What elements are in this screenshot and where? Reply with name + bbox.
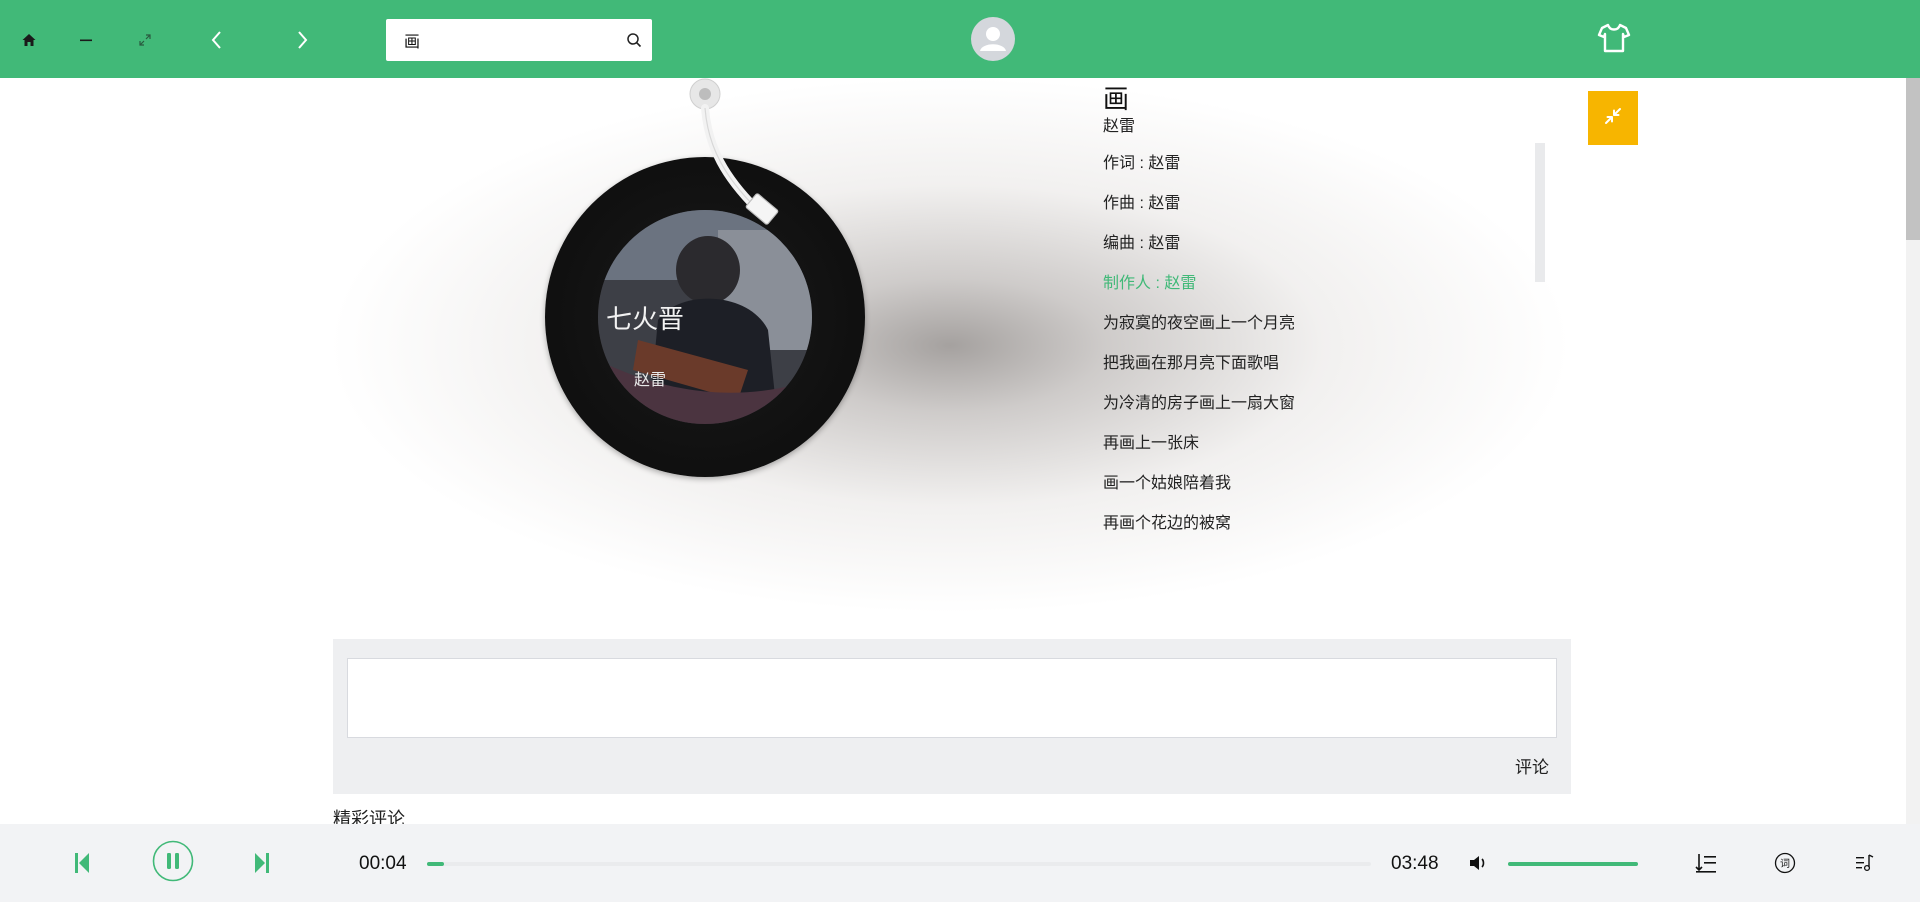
skip-previous-icon[interactable] [70, 846, 94, 880]
comment-input[interactable] [347, 658, 1557, 738]
volume-icon[interactable] [1466, 851, 1490, 875]
lyric-line: 再画个花边的被窝 [1103, 515, 1232, 532]
lyric-line: 编曲 : 赵雷 [1103, 235, 1181, 252]
lyric-line: 把我画在那月亮下面歌唱 [1103, 355, 1280, 372]
chevron-left-icon[interactable] [202, 25, 232, 55]
top-bar [0, 0, 1920, 78]
lyrics-panel: 画 赵雷 作词 : 赵雷 作曲 : 赵雷 编曲 : 赵雷 制作人 : 赵雷 为寂… [1103, 78, 1543, 548]
comment-panel: 评论 [333, 639, 1571, 794]
lyrics-scrollbar[interactable] [1535, 143, 1545, 282]
lyric-line-active: 制作人 : 赵雷 [1103, 275, 1197, 292]
volume-slider[interactable] [1508, 862, 1638, 866]
skip-next-icon[interactable] [250, 846, 274, 880]
lyric-list: 作词 : 赵雷 作曲 : 赵雷 编曲 : 赵雷 制作人 : 赵雷 为寂寞的夜空画… [1103, 148, 1543, 548]
lyric-line: 再画上一张床 [1103, 435, 1200, 452]
pause-button[interactable] [152, 840, 194, 887]
home-icon[interactable] [14, 25, 44, 55]
search-icon[interactable] [624, 30, 644, 50]
song-title: 画 [1103, 84, 1130, 114]
lyric-line: 画一个姑娘陪着我 [1103, 475, 1232, 492]
compress-icon [1601, 104, 1625, 133]
comment-submit-button[interactable]: 评论 [1515, 753, 1549, 778]
current-time: 00:04 [359, 853, 407, 874]
tshirt-icon[interactable] [1596, 20, 1632, 56]
search-input[interactable] [402, 20, 622, 60]
svg-text:赵雷: 赵雷 [634, 370, 666, 389]
music-list-icon[interactable] [1853, 851, 1877, 875]
lyrics-icon[interactable]: 词 [1773, 851, 1797, 875]
player-bar: 00:04 03:48 词 [0, 824, 1920, 902]
song-artist: 赵雷 [1103, 118, 1136, 135]
expand-icon[interactable] [130, 25, 160, 55]
chevron-right-icon[interactable] [287, 25, 317, 55]
restore-button[interactable] [1588, 91, 1638, 145]
total-time: 03:48 [1391, 853, 1439, 874]
svg-text:七火晋: 七火晋 [606, 305, 684, 335]
page-scrollbar-thumb[interactable] [1906, 78, 1920, 240]
pause-icon [152, 840, 194, 887]
playlist-icon[interactable] [1693, 851, 1719, 875]
hot-comments-title: 精彩评论 [333, 809, 405, 824]
lyric-line: 为寂寞的夜空画上一个月亮 [1103, 315, 1296, 332]
lyric-line: 为冷清的房子画上一扇大窗 [1103, 395, 1296, 412]
progress-fill [427, 862, 444, 866]
lyric-line: 作曲 : 赵雷 [1103, 195, 1181, 212]
progress-bar[interactable] [427, 862, 1371, 866]
svg-text:词: 词 [1780, 858, 1790, 870]
volume-fill [1508, 862, 1638, 866]
tonearm [686, 78, 826, 248]
search-box [386, 19, 652, 61]
minimize-icon[interactable] [71, 25, 101, 55]
lyric-line: 作词 : 赵雷 [1103, 155, 1181, 172]
user-avatar-icon[interactable] [971, 17, 1015, 61]
